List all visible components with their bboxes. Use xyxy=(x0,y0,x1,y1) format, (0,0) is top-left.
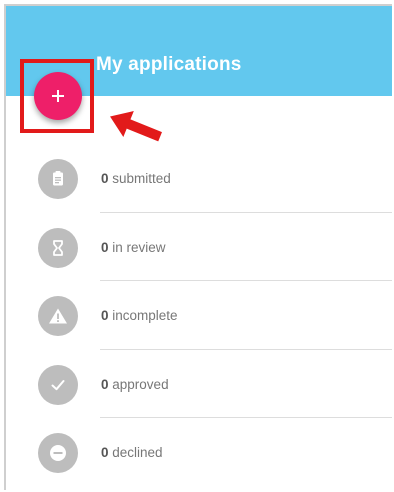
status-label: 0 approved xyxy=(101,377,169,392)
status-item-approved[interactable]: 0 approved xyxy=(6,350,392,418)
minus-circle-icon xyxy=(38,433,78,473)
status-list: 0 submitted 0 in review 0 incomplete 0 a… xyxy=(6,144,392,487)
status-label: 0 declined xyxy=(101,445,163,460)
status-name: declined xyxy=(112,445,163,460)
check-icon xyxy=(38,364,78,405)
highlight-box xyxy=(20,59,94,133)
status-label: 0 in review xyxy=(101,240,166,255)
status-count: 0 xyxy=(101,171,109,186)
status-name: in review xyxy=(112,239,166,255)
status-item-incomplete[interactable]: 0 incomplete xyxy=(6,281,392,350)
app-frame: My applications 0 submitted 0 in review … xyxy=(4,4,392,490)
status-count: 0 xyxy=(101,376,109,392)
page-title: My applications xyxy=(96,54,242,75)
status-item-submitted[interactable]: 0 submitted xyxy=(6,144,392,213)
warning-icon xyxy=(38,296,78,336)
status-name: submitted xyxy=(112,171,171,186)
status-label: 0 submitted xyxy=(101,171,171,186)
status-name: incomplete xyxy=(112,308,178,323)
status-label: 0 incomplete xyxy=(101,308,178,323)
status-item-declined[interactable]: 0 declined xyxy=(6,418,392,487)
status-count: 0 xyxy=(101,308,109,323)
status-count: 0 xyxy=(101,239,109,255)
hourglass-icon xyxy=(38,227,78,268)
status-name: approved xyxy=(112,376,169,392)
clipboard-icon xyxy=(38,159,78,199)
status-count: 0 xyxy=(101,445,109,460)
status-item-in-review[interactable]: 0 in review xyxy=(6,213,392,281)
arrow-pointer-icon xyxy=(110,111,162,142)
